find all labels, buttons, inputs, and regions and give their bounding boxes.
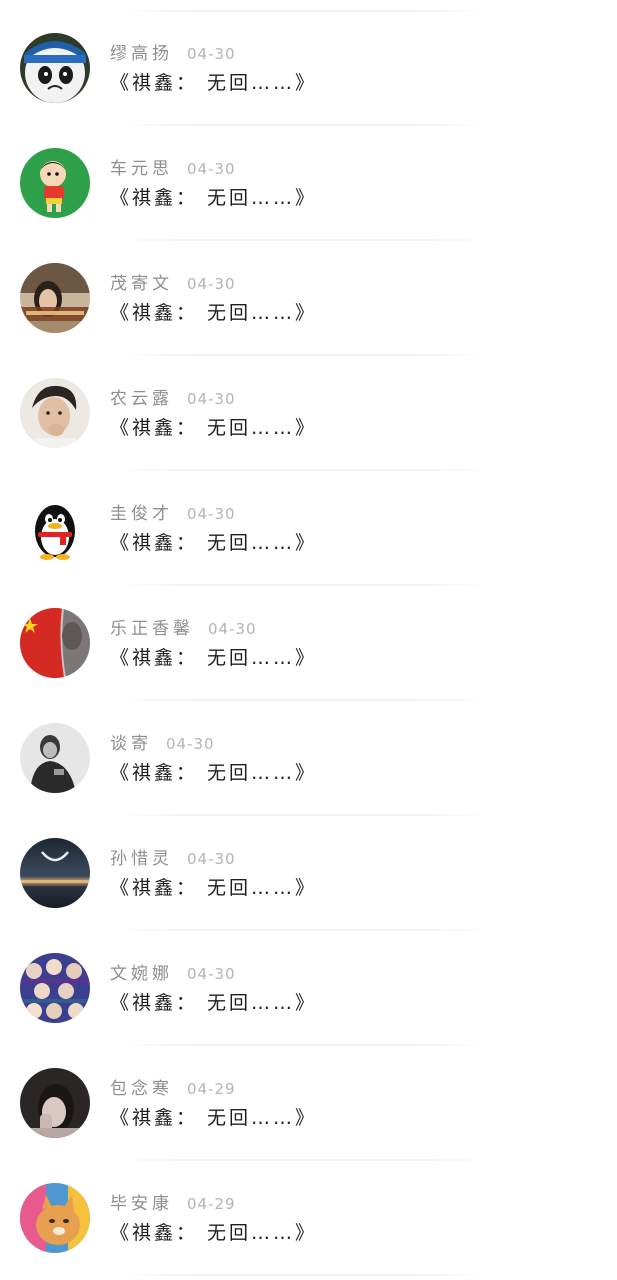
- list-item[interactable]: 车元思 04-30 《祺鑫： 无回……》: [0, 115, 617, 241]
- comment-date: 04-30: [208, 620, 257, 638]
- moon-landscape-avatar[interactable]: [20, 838, 90, 908]
- cat-photo-avatar[interactable]: [20, 1183, 90, 1253]
- comment-date: 04-30: [166, 735, 215, 753]
- list-item[interactable]: 谈寄 04-30 《祺鑫： 无回……》: [0, 690, 617, 816]
- list-item[interactable]: 乐正香馨 04-30 《祺鑫： 无回……》: [0, 575, 617, 701]
- comment-text: 《祺鑫： 无回……》: [110, 647, 318, 669]
- list-item[interactable]: 圭俊才 04-30 《祺鑫： 无回……》: [0, 460, 617, 586]
- comment-date: 04-30: [187, 45, 236, 63]
- divider: [118, 1274, 490, 1276]
- commenter-name[interactable]: 圭俊才: [110, 504, 173, 524]
- list-item[interactable]: 缪高扬 04-30 《祺鑫： 无回……》: [0, 0, 617, 126]
- list-item[interactable]: 文婉娜 04-30 《祺鑫： 无回……》: [0, 920, 617, 1046]
- comment-text: 《祺鑫： 无回……》: [110, 992, 318, 1014]
- comment-text: 《祺鑫： 无回……》: [110, 1107, 318, 1129]
- list-item[interactable]: 农云露 04-30 《祺鑫： 无回……》: [0, 345, 617, 471]
- dark-girl-photo-avatar[interactable]: [20, 1068, 90, 1138]
- comment-date: 04-30: [187, 275, 236, 293]
- flag-photo-avatar[interactable]: [20, 608, 90, 678]
- comment-date: 04-30: [187, 965, 236, 983]
- comment-text: 《祺鑫： 无回……》: [110, 187, 318, 209]
- commenter-name[interactable]: 孙惜灵: [110, 849, 173, 869]
- commenter-name[interactable]: 农云露: [110, 389, 173, 409]
- penguin-avatar[interactable]: [20, 493, 90, 563]
- top-divider: [118, 10, 490, 12]
- cartoon-boy-avatar[interactable]: [20, 148, 90, 218]
- commenter-name[interactable]: 文婉娜: [110, 964, 173, 984]
- commenter-name[interactable]: 毕安康: [110, 1194, 173, 1214]
- comment-date: 04-29: [187, 1080, 236, 1098]
- comment-date: 04-29: [187, 1195, 236, 1213]
- comment-text: 《祺鑫： 无回……》: [110, 762, 318, 784]
- list-item[interactable]: 孙惜灵 04-30 《祺鑫： 无回……》: [0, 805, 617, 931]
- list-item[interactable]: 包念寒 04-29 《祺鑫： 无回……》: [0, 1035, 617, 1161]
- commenter-name[interactable]: 乐正香馨: [110, 619, 194, 639]
- commenter-name[interactable]: 茂寄文: [110, 274, 173, 294]
- comment-list: 缪高扬 04-30 《祺鑫： 无回……》 车元思 04-30 《祺鑫： 无回……》: [0, 0, 617, 1280]
- girl-photo-avatar[interactable]: [20, 263, 90, 333]
- commenter-name[interactable]: 车元思: [110, 159, 173, 179]
- comment-date: 04-30: [187, 850, 236, 868]
- list-item[interactable]: 茂寄文 04-30 《祺鑫： 无回……》: [0, 230, 617, 356]
- commenter-name[interactable]: 缪高扬: [110, 44, 173, 64]
- bw-boy-photo-avatar[interactable]: [20, 723, 90, 793]
- comment-text: 《祺鑫： 无回……》: [110, 532, 318, 554]
- comment-text: 《祺鑫： 无回……》: [110, 1222, 318, 1244]
- boy-photo-avatar[interactable]: [20, 378, 90, 448]
- comment-text: 《祺鑫： 无回……》: [110, 877, 318, 899]
- panda-cartoon-avatar[interactable]: [20, 33, 90, 103]
- comment-text: 《祺鑫： 无回……》: [110, 417, 318, 439]
- comment-date: 04-30: [187, 160, 236, 178]
- commenter-name[interactable]: 谈寄: [110, 734, 152, 754]
- comment-text: 《祺鑫： 无回……》: [110, 302, 318, 324]
- comment-text: 《祺鑫： 无回……》: [110, 72, 318, 94]
- comment-date: 04-30: [187, 390, 236, 408]
- comment-date: 04-30: [187, 505, 236, 523]
- anime-group-avatar[interactable]: [20, 953, 90, 1023]
- list-item[interactable]: 毕安康 04-29 《祺鑫： 无回……》: [0, 1150, 617, 1276]
- commenter-name[interactable]: 包念寒: [110, 1079, 173, 1099]
